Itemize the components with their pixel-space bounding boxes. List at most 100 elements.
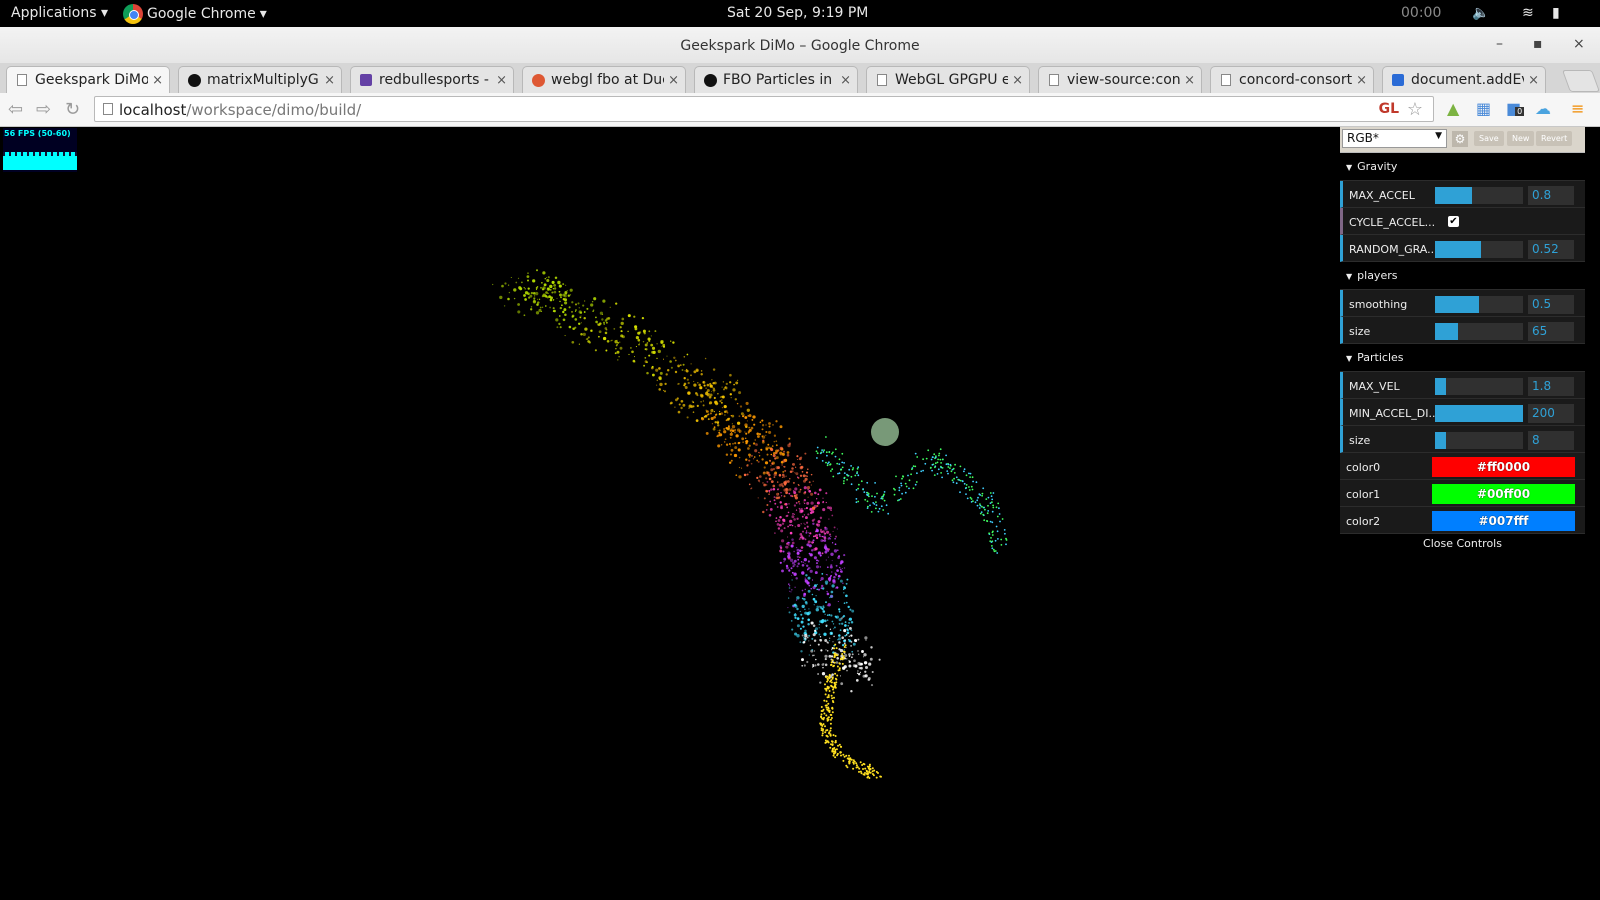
particle [546,287,551,291]
gl-badge[interactable]: GL [1379,101,1399,117]
extension-badge-icon[interactable]: ■0 [1506,99,1525,118]
particle [721,406,724,409]
slider[interactable] [1435,187,1523,204]
tab-view-source[interactable]: view-source:conco × [1038,66,1202,93]
webgl-canvas-area[interactable]: 56 FPS (50-60) RGB* ▼ ⚙ Save New Revert ▼… [0,127,1600,900]
close-controls-button[interactable]: Close Controls [1340,534,1585,554]
particle [663,390,667,393]
number-input[interactable]: 0.5 [1528,295,1574,314]
tab-close-icon[interactable]: × [324,73,335,88]
particle [793,491,797,495]
tab-geekspark-dimo[interactable]: Geekspark DiMo × [6,66,170,93]
fps-stats-panel[interactable]: 56 FPS (50-60) [3,128,77,172]
tab-close-icon[interactable]: × [840,73,851,88]
app-menu[interactable]: Google Chrome ▾ [123,4,267,24]
forward-icon[interactable]: ⇨ [36,99,51,120]
number-input[interactable]: 1.8 [1528,377,1574,396]
particle [997,502,1000,505]
particle [793,550,795,553]
number-input[interactable]: 0.8 [1528,186,1574,205]
particle [955,482,958,485]
revert-button[interactable]: Revert [1536,131,1573,146]
volume-icon[interactable]: 🔈 [1472,5,1489,21]
color-swatch[interactable]: #007fff [1432,511,1575,531]
folder-particles[interactable]: ▼ Particles [1340,344,1585,372]
slider[interactable] [1435,323,1523,340]
tab-close-icon[interactable]: × [668,73,679,88]
color-swatch[interactable]: #ff0000 [1432,457,1575,477]
particle [530,308,533,311]
address-bar[interactable]: localhost/workspace/dimo/build/ GL ☆ [94,96,1434,122]
slider[interactable] [1435,432,1523,449]
back-icon[interactable]: ⇦ [8,99,23,120]
new-button[interactable]: New [1507,131,1535,146]
preset-select[interactable]: RGB* ▼ [1342,129,1447,148]
tab-close-icon[interactable]: × [1528,73,1539,88]
tab-webgl-fbo-duckduckgo[interactable]: webgl fbo at Duck × [522,66,686,93]
particle [860,666,863,670]
clock[interactable]: Sat 20 Sep, 9:19 PM [727,5,868,21]
number-input[interactable]: 0.52 [1528,240,1574,259]
particle [558,322,561,326]
particle [832,734,835,737]
particle [713,387,715,390]
battery-icon[interactable]: ▮ [1552,5,1560,21]
slider[interactable] [1435,241,1523,258]
url-text[interactable]: localhost/workspace/dimo/build/ [119,101,361,119]
particle [779,501,782,504]
particle [825,706,828,709]
folder-players[interactable]: ▼ players [1340,262,1585,290]
checkbox[interactable]: ✔ [1448,216,1459,227]
particle [809,508,812,511]
particle [811,637,814,640]
reload-icon[interactable]: ↻ [65,99,80,120]
tab-webgl-gpgpu[interactable]: WebGL GPGPU exp × [866,66,1030,93]
cloud-icon[interactable]: ☁ [1535,99,1551,118]
particle [868,662,872,666]
particle [728,461,732,464]
particle [605,349,608,352]
slider-fill [1435,405,1523,422]
tab-document-addeventlistener[interactable]: document.addEven × [1382,66,1546,93]
slider[interactable] [1435,405,1523,422]
particle [674,359,677,362]
number-input[interactable]: 8 [1528,431,1574,450]
tab-close-icon[interactable]: × [1356,73,1367,88]
tab-close-icon[interactable]: × [152,73,163,88]
tab-close-icon[interactable]: × [496,73,507,88]
particle [766,453,769,456]
slider[interactable] [1435,378,1523,395]
folder-gravity[interactable]: ▼ Gravity [1340,153,1585,181]
particle [844,654,848,657]
particle [992,548,995,551]
new-tab-button[interactable] [1561,70,1600,92]
calendar-icon[interactable]: ▦ [1476,99,1491,118]
tab-close-icon[interactable]: × [1012,73,1023,88]
minimize-button[interactable]: – [1496,36,1503,52]
maximize-button[interactable]: ▪ [1533,36,1543,52]
android-icon[interactable]: ▲ [1447,99,1459,118]
tab-close-icon[interactable]: × [1184,73,1195,88]
save-button[interactable]: Save [1474,131,1504,146]
tab-concord-consortium[interactable]: concord-consortiun × [1210,66,1374,93]
number-input[interactable]: 65 [1528,322,1574,341]
applications-menu[interactable]: Applications ▾ [11,5,108,21]
menu-icon[interactable]: ≡ [1571,99,1584,118]
close-window-button[interactable]: × [1573,36,1585,52]
particle [840,468,842,471]
particle [841,461,844,464]
tab-fbo-particles[interactable]: FBO Particles in Th × [694,66,858,93]
gear-icon[interactable]: ⚙ [1452,131,1468,147]
tab-redbullesports[interactable]: redbullesports - Tw × [350,66,514,93]
particle [773,476,776,478]
slider[interactable] [1435,296,1523,313]
bookmark-star-icon[interactable]: ☆ [1407,99,1423,120]
particle [779,549,783,553]
wifi-icon[interactable]: ≋ [1522,5,1534,21]
particle [723,410,727,413]
tab-matrixmultiplygpu[interactable]: matrixMultiplyGpu × [178,66,342,93]
number-input[interactable]: 200 [1528,404,1574,423]
particle [851,650,854,653]
particle [650,335,652,337]
color-swatch[interactable]: #00ff00 [1432,484,1575,504]
